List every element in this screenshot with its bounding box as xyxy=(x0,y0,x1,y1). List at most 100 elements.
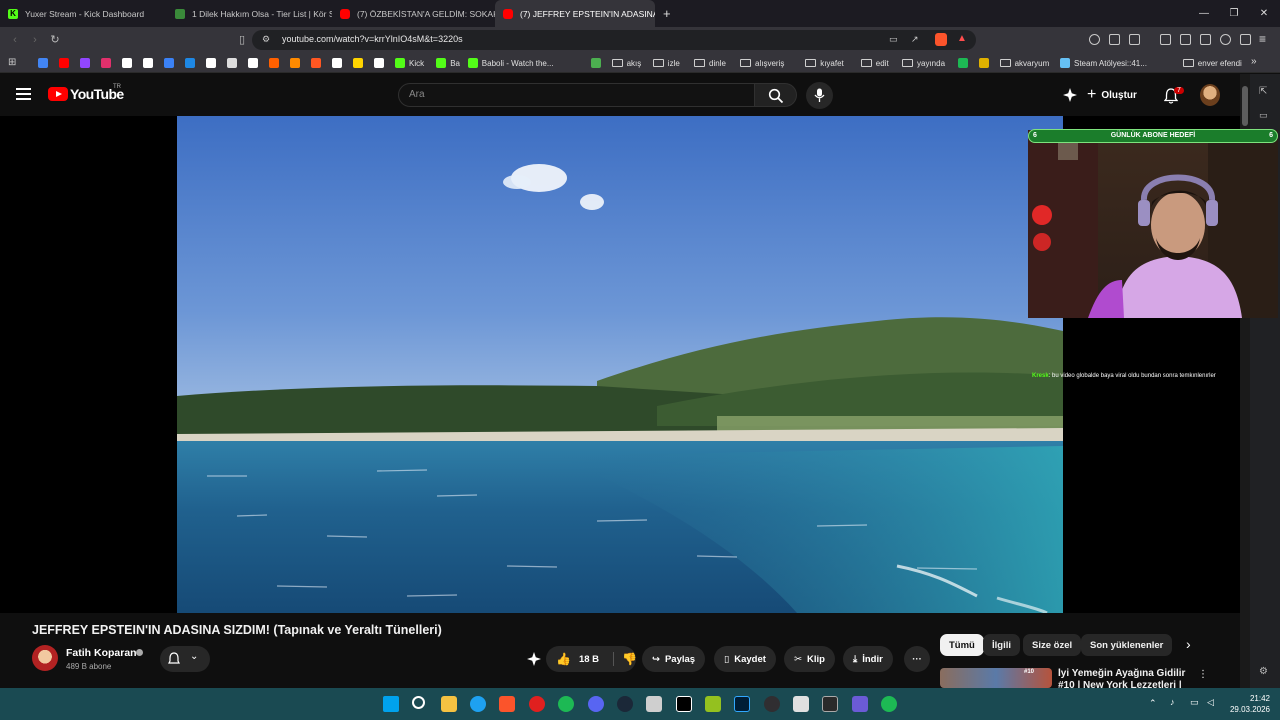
menu-icon[interactable]: ≡ xyxy=(1259,32,1266,46)
channel-avatar[interactable] xyxy=(32,645,58,671)
system-clock[interactable]: 21:42 29.03.2026 xyxy=(1226,693,1270,715)
bookmark-chrome[interactable] xyxy=(38,57,52,69)
screenshot-icon[interactable] xyxy=(1129,34,1140,45)
media-icon[interactable] xyxy=(1160,34,1171,45)
save-button[interactable]: ▯ Kaydet xyxy=(714,646,776,672)
recommended-video-thumbnail[interactable]: #10 xyxy=(940,668,1052,688)
app2-icon[interactable] xyxy=(793,696,809,712)
bookmark-twitch[interactable] xyxy=(80,57,94,69)
video-frame[interactable] xyxy=(177,116,1063,613)
discord-icon[interactable] xyxy=(588,696,604,712)
bookmark-enver-efendi[interactable]: enver efendi xyxy=(1182,57,1242,69)
bookmark-wm[interactable] xyxy=(227,57,241,69)
panel-settings-icon[interactable]: ⚙ xyxy=(1259,666,1268,677)
volume-icon[interactable]: ◁ xyxy=(1207,697,1214,708)
like-count[interactable]: 18 B xyxy=(579,654,599,665)
bookmark-ba[interactable]: Ba xyxy=(436,57,460,69)
new-tab-button[interactable]: + xyxy=(655,0,679,27)
extensions-icon[interactable] xyxy=(1109,34,1120,45)
bookmark-izle[interactable]: izle xyxy=(652,57,680,69)
bookmark-instagram[interactable] xyxy=(101,57,115,69)
bookmark-edit[interactable]: edit xyxy=(860,57,889,69)
app3-icon[interactable] xyxy=(852,696,868,712)
like-icon[interactable]: 👍 xyxy=(556,652,571,666)
wallet-icon[interactable] xyxy=(1200,34,1211,45)
more-actions-button[interactable]: ··· xyxy=(904,646,930,672)
bookmark-akış[interactable]: akış xyxy=(611,57,641,69)
recommended-more-icon[interactable]: ⋮ xyxy=(1198,669,1208,680)
file-explorer-icon[interactable] xyxy=(441,696,457,712)
bookmark-yellow[interactable] xyxy=(353,57,367,69)
tab-kick-dashboard[interactable]: K Yuxer Stream - Kick Dashboard xyxy=(0,0,167,27)
chip-related[interactable]: İlgili xyxy=(983,634,1020,656)
bookmark-hb[interactable] xyxy=(269,57,283,69)
hamburger-menu-icon[interactable] xyxy=(16,88,31,100)
search-input[interactable] xyxy=(409,89,739,100)
steam-icon[interactable] xyxy=(617,696,633,712)
ai-sparkle-icon[interactable] xyxy=(527,652,541,666)
bookmark-yayında[interactable]: yayında xyxy=(902,57,945,69)
share-button[interactable]: ↪ Paylaş xyxy=(642,646,706,672)
start-icon[interactable] xyxy=(383,696,399,712)
bookmark-cloud[interactable] xyxy=(164,57,178,69)
brave-rewards-icon[interactable]: ▲ xyxy=(957,33,967,44)
back-icon[interactable]: ‹ xyxy=(8,33,22,47)
ai-icon[interactable] xyxy=(1220,34,1231,45)
capcut-icon[interactable] xyxy=(676,696,692,712)
pin-icon[interactable]: ⇱ xyxy=(1259,86,1267,97)
search-icon[interactable] xyxy=(412,696,425,709)
bookmark-green-q[interactable] xyxy=(957,57,972,69)
bookmark-kick[interactable]: Kick xyxy=(395,57,424,69)
create-button[interactable]: + Oluştur xyxy=(1087,84,1137,106)
close-window-icon[interactable]: ✕ xyxy=(1248,0,1280,27)
apps-grid-icon[interactable]: ⊞ xyxy=(8,57,16,68)
bookmark-alışveriş[interactable]: alışveriş xyxy=(740,57,784,69)
opera-icon[interactable] xyxy=(529,696,545,712)
obs-icon[interactable] xyxy=(764,696,780,712)
edge-icon[interactable] xyxy=(470,696,486,712)
display-tray-icon[interactable]: ▭ xyxy=(1190,697,1199,708)
channel-name[interactable]: Fatih Koparan xyxy=(66,647,137,659)
forward-icon[interactable]: › xyxy=(28,33,42,47)
bookmark-icon[interactable]: ▯ xyxy=(235,33,249,47)
chip-for-you[interactable]: Size özel xyxy=(1023,634,1082,656)
voice-search-button[interactable] xyxy=(806,82,833,109)
bookmark-github[interactable] xyxy=(143,57,157,69)
minimize-icon[interactable]: — xyxy=(1188,0,1220,27)
reload-icon[interactable]: ↻ xyxy=(48,33,62,47)
dislike-icon[interactable]: 👎 xyxy=(613,652,637,666)
sidebar-icon[interactable] xyxy=(1180,34,1191,45)
recommended-video-title[interactable]: İyi Yemeğin Ayağına Gidilir #10 | New Yo… xyxy=(1058,668,1193,688)
bookmark-kıyafet[interactable]: kıyafet xyxy=(805,57,844,69)
tab-epstein-active[interactable]: (7) JEFFREY EPSTEIN'IN ADASINA ✕ xyxy=(495,0,655,27)
brave-shield-icon[interactable] xyxy=(935,33,947,46)
spotify-icon[interactable] xyxy=(558,696,574,712)
share-icon[interactable]: ↗ xyxy=(911,34,919,45)
bookmark-x[interactable] xyxy=(122,57,136,69)
app-icon[interactable] xyxy=(705,696,721,712)
bookmark-baboli-watch-the[interactable]: Baboli - Watch the... xyxy=(467,57,554,69)
youtube-logo-icon[interactable] xyxy=(48,87,68,101)
bookmark-amazon[interactable] xyxy=(332,57,346,69)
tab-ozbekistan[interactable]: (7) ÖZBEKİSTAN'A GELDİM: SOKAKL xyxy=(332,0,495,27)
subscription-bell-button[interactable]: ⌄ xyxy=(160,646,210,672)
epic-games-icon[interactable] xyxy=(822,696,838,712)
bookmark-ea[interactable] xyxy=(206,57,220,69)
bookmark-green-dot[interactable] xyxy=(590,57,605,69)
panel-icon[interactable]: ▭ xyxy=(1259,110,1268,121)
spotify2-icon[interactable] xyxy=(881,696,897,712)
chip-recent[interactable]: Son yüklenenler xyxy=(1081,634,1173,656)
mic-tray-icon[interactable]: ♪ xyxy=(1170,697,1175,707)
ai-sparkle-icon[interactable] xyxy=(1063,88,1077,102)
download-button[interactable]: ⤓ İndir xyxy=(843,646,893,672)
bookmark-gold[interactable] xyxy=(978,57,993,69)
shield-icon[interactable] xyxy=(1240,34,1251,45)
tab-tier-list[interactable]: 1 Dilek Hakkım Olsa - Tier List | Kör S xyxy=(167,0,332,27)
scrollbar-thumb[interactable] xyxy=(1242,86,1248,126)
bookmark-blue[interactable] xyxy=(185,57,199,69)
clip-button[interactable]: ✂ Klip xyxy=(784,646,835,672)
account-avatar[interactable] xyxy=(1200,84,1220,106)
notepad-icon[interactable] xyxy=(646,696,662,712)
more-bookmarks-icon[interactable]: » xyxy=(1251,56,1257,67)
bookmark-m[interactable] xyxy=(311,57,325,69)
